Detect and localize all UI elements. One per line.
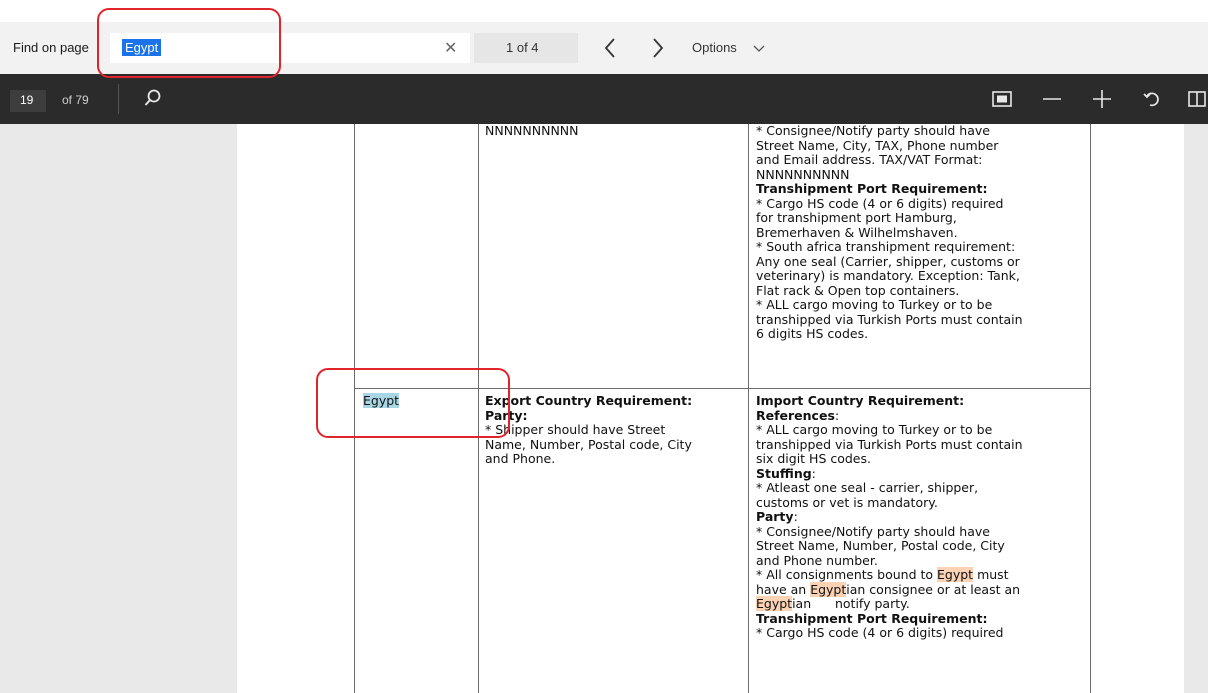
- annotation-box-find-input: [97, 8, 281, 78]
- import-requirement-cell: * Consignee/Notify party should have Str…: [756, 123, 1023, 342]
- text-line: * Consignee/Notify party should have: [756, 523, 990, 539]
- match-highlight: Egypt: [937, 567, 974, 582]
- fit-page-icon[interactable]: [991, 89, 1013, 109]
- text-line: NNNNNNNNNN: [485, 123, 579, 138]
- export-requirement-cell: NNNNNNNNNN: [485, 123, 579, 139]
- zoom-out-icon[interactable]: [1041, 88, 1063, 110]
- pdf-toolbar: 19 of 79: [0, 74, 1208, 124]
- text-line: Any one seal (Carrier, shipper, customs …: [756, 253, 1020, 269]
- text-line: and Phone number.: [756, 552, 878, 568]
- find-label: Find on page: [13, 40, 89, 55]
- section-heading: Import Country Requirement:: [756, 393, 965, 408]
- text-line: and Email address. TAX/VAT Format:: [756, 152, 983, 167]
- text-line: transhipped via Turkish Ports must conta…: [756, 436, 1023, 452]
- section-heading: Transhipment Port Requirement:: [756, 610, 988, 626]
- toolbar-divider: [118, 84, 119, 114]
- rotate-icon[interactable]: [1141, 88, 1163, 110]
- text-line: ian consignee or at least an: [846, 581, 1021, 597]
- text-line: have an: [756, 581, 811, 597]
- text-line: * ALL cargo moving to Turkey or to be: [756, 297, 993, 312]
- text-line: * ALL cargo moving to Turkey or to be: [756, 422, 993, 437]
- close-icon[interactable]: ✕: [444, 38, 457, 57]
- match-count: 1 of 4: [506, 40, 539, 55]
- page-number[interactable]: 19: [20, 93, 33, 107]
- match-count-box: 1 of 4: [474, 33, 578, 63]
- text-line: NNNNNNNNNN: [756, 166, 850, 182]
- text-line: Name, Number, Postal code, City: [485, 436, 692, 452]
- text-line: Flat rack & Open top containers.: [756, 282, 960, 298]
- text-line: * All consignments bound to: [756, 567, 938, 582]
- text-line: and Phone.: [485, 451, 556, 466]
- match-highlight: Egypt: [756, 596, 793, 611]
- text-line: Bremerhaven & Wilhelmshaven.: [756, 224, 958, 240]
- text-line: transhipped via Turkish Ports must conta…: [756, 311, 1023, 327]
- text-line: * Cargo HS code (4 or 6 digits) required: [756, 195, 1004, 211]
- table-border: [1090, 124, 1091, 693]
- import-requirement-cell: Import Country Requirement: References: …: [756, 393, 1023, 640]
- text-line: for transhipment port Hamburg,: [756, 210, 957, 225]
- document-viewport[interactable]: NNNNNNNNNN * Consignee/Notify party shou…: [0, 123, 1208, 693]
- section-heading: Stuffing: [756, 465, 812, 481]
- table-border: [748, 124, 749, 693]
- search-icon[interactable]: [142, 87, 164, 109]
- section-heading: Party: [756, 509, 794, 524]
- section-heading: Export Country Requirement:: [485, 393, 693, 408]
- annotation-box-egypt-cell: [316, 368, 510, 438]
- text-line: * Consignee/Notify party should have: [756, 123, 990, 138]
- chevron-right-icon[interactable]: [646, 33, 670, 63]
- text-line: 6 digits HS codes.: [756, 326, 869, 341]
- text-line: * Cargo HS code (4 or 6 digits) required: [756, 625, 1004, 640]
- zoom-in-icon[interactable]: [1091, 88, 1113, 110]
- text-line: six digit HS codes.: [756, 451, 871, 466]
- text-line: customs or vet is mandatory.: [756, 494, 938, 510]
- export-requirement-cell: Export Country Requirement: Party: * Shi…: [485, 393, 693, 467]
- two-page-icon[interactable]: [1187, 89, 1208, 109]
- page-total: of 79: [62, 93, 89, 107]
- section-heading: Transhipment Port Requirement:: [756, 181, 988, 196]
- text-line: * Atleast one seal - carrier, shipper,: [756, 480, 979, 495]
- text-line: veterinary) is mandatory. Exception: Tan…: [756, 268, 1020, 283]
- section-heading: References: [756, 407, 835, 423]
- text-line: * Shipper should have Street: [485, 422, 666, 437]
- options-button[interactable]: Options: [692, 40, 737, 55]
- text-line: ian notify party.: [792, 596, 910, 611]
- page-number-input[interactable]: 19: [10, 90, 46, 112]
- text-line: * South africa transhipment requirement:: [756, 239, 1016, 254]
- chevron-down-icon[interactable]: [752, 44, 766, 54]
- match-highlight: Egypt: [810, 581, 847, 597]
- text-line: Street Name, City, TAX, Phone number: [756, 137, 999, 153]
- text-line: must: [973, 567, 1009, 582]
- chevron-left-icon[interactable]: [598, 33, 622, 63]
- text-line: Street Name, Number, Postal code, City: [756, 538, 1005, 553]
